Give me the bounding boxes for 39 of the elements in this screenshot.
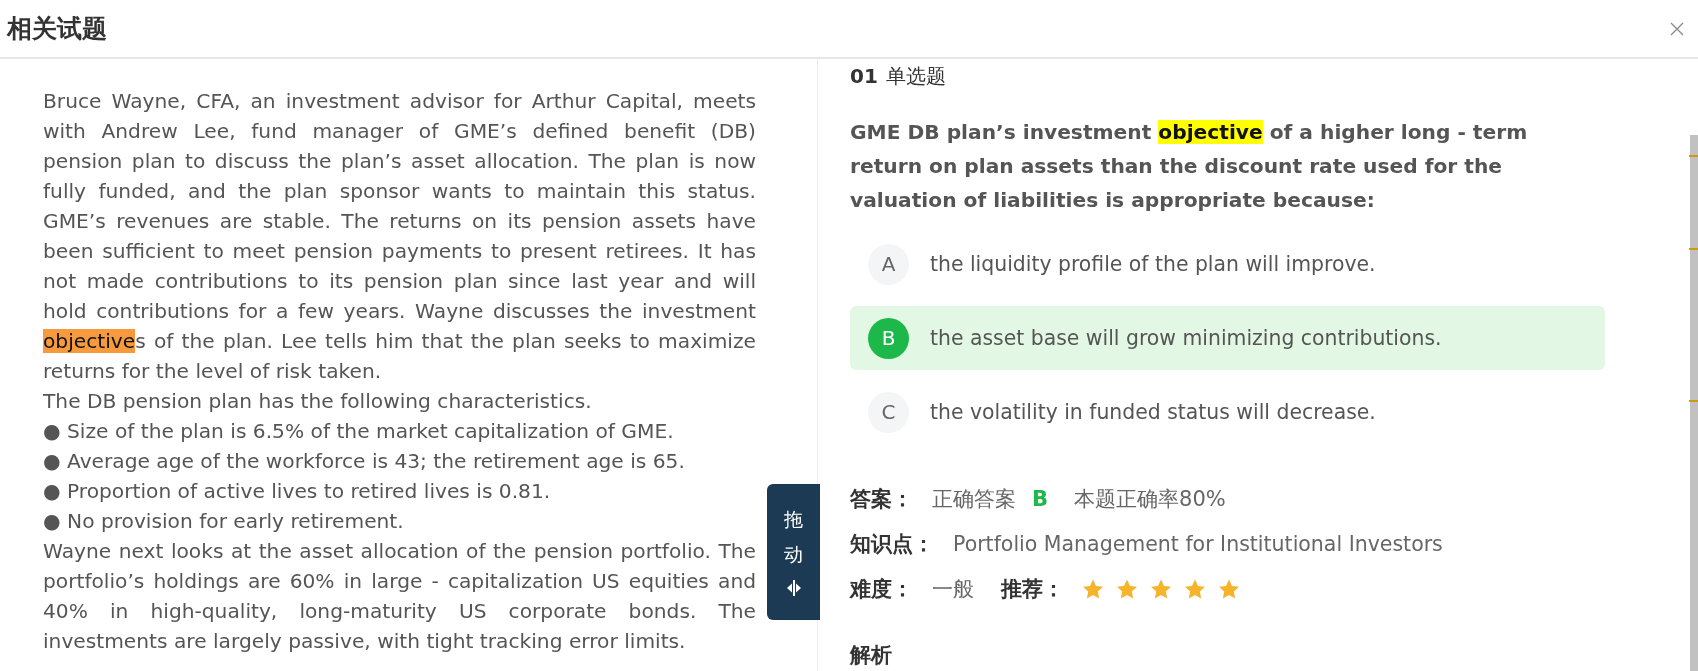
scroll-marker-icon	[1689, 400, 1698, 402]
star-icon	[1083, 578, 1103, 599]
passage-paragraph: ● Average age of the workforce is 43; the retirement age is 65.	[43, 448, 686, 475]
scroll-marker-icon	[1689, 248, 1698, 250]
field-label: 答案：	[850, 485, 913, 513]
passage-paragraph: Wayne next looks at the asset allocation of the pension portfolio. The portfolio’s holdings are 60% in large - capitalization US equities and 40% in high-quality, long-maturity US corporate bonds. The investments are largely passive, with tight tracking error limits.	[43, 538, 756, 655]
dialog-title: 相关试题	[7, 13, 107, 44]
question-number: 01	[850, 64, 878, 88]
correct-answer-letter: B	[1032, 486, 1048, 511]
answer-option[interactable]: B the asset base will grow minimizing contributions.	[850, 306, 1605, 370]
question-text: GME DB plan’s investment objective of a higher long - term return on plan assets than the discount rate used for the valuation of liabilities is appropriate because:	[850, 119, 1529, 214]
passage-paragraph: ● Proportion of active lives to retired lives is 0.81.	[43, 478, 552, 505]
answer-option[interactable]: A the liquidity profile of the plan will improve.	[850, 232, 1605, 296]
passage-paragraph: ● Size of the plan is 6.5% of the market capitalization of GME.	[43, 418, 675, 445]
drag-handle[interactable]: 拖动	[767, 484, 820, 620]
section-heading: 解析	[850, 642, 893, 669]
difficulty-level: 一般	[932, 575, 974, 603]
correct-answer-label: 正确答案	[932, 485, 1016, 513]
passage-paragraph: Bruce Wayne, CFA, an investment advisor for Arthur Capital, meets with Andrew Lee, fund manager of GME’s defined benefit (DB) pension plan to discuss the plan’s asset allocation. The plan is now fully funded, and the plan sponsor wants to maintain this status. GME’s revenues are stable. The returns on its pension assets have been sufficient to meet pension payments to present retirees. It has not made contributions to its pension plan since last year and will hold contributions for a few years. Wayne discusses the investment objectives of the plan. Lee tells him that the plan seeks to maximize returns for the level of risk taken.	[43, 88, 756, 385]
star-icon	[1117, 578, 1137, 599]
accuracy-rate: 本题正确率80%	[1074, 485, 1226, 513]
close-icon[interactable]	[1670, 21, 1684, 36]
field-label: 难度：	[850, 575, 913, 603]
knowledge-point: Portfolio Management for Institutional Investors	[953, 531, 1443, 556]
field-label: 知识点：	[850, 530, 934, 558]
scrollbar-thumb[interactable]	[1690, 135, 1698, 671]
option-letter-badge: A	[868, 243, 909, 285]
passage-paragraph: ● No provision for early retirement.	[43, 508, 405, 535]
star-icon	[1151, 578, 1171, 599]
option-letter-badge: B	[868, 317, 909, 359]
scroll-marker-icon	[1689, 155, 1698, 157]
star-icon	[1219, 578, 1239, 599]
left-right-arrows-icon	[786, 580, 801, 596]
option-letter-badge: C	[868, 391, 909, 433]
question-type: 单选题	[885, 64, 946, 88]
field-label: 推荐：	[1001, 575, 1064, 603]
answer-option[interactable]: C the volatility in funded status will decrease.	[850, 380, 1605, 444]
star-icon	[1185, 578, 1205, 599]
passage-paragraph: The DB pension plan has the following characteristics.	[43, 388, 593, 415]
